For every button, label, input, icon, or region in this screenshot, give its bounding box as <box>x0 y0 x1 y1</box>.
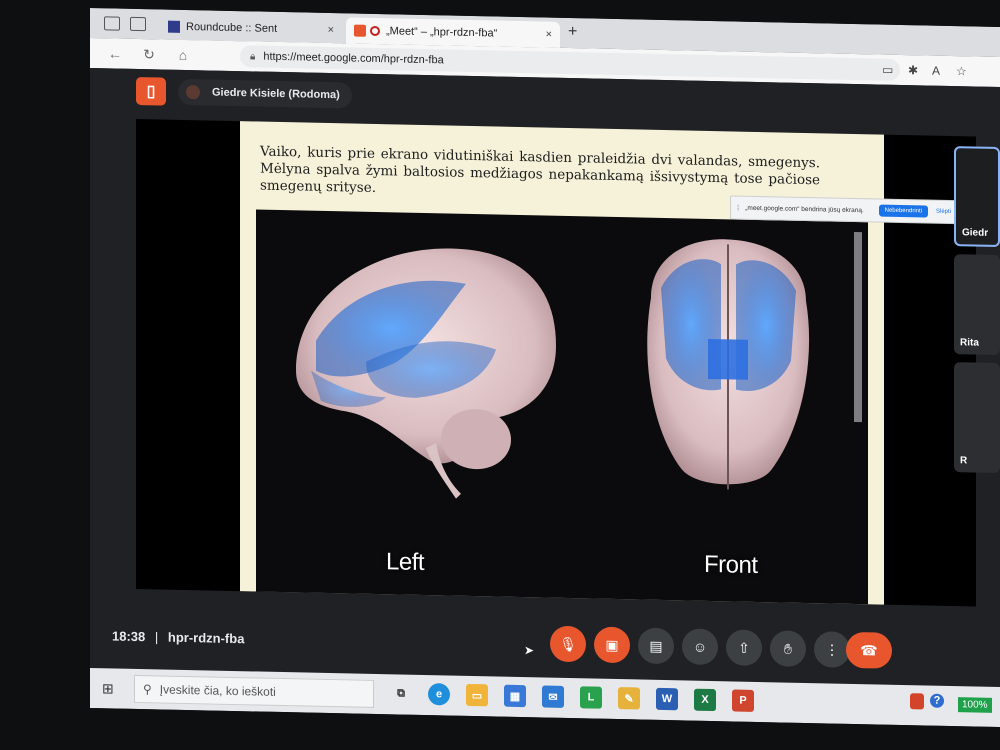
front-view-label: Front <box>704 550 758 579</box>
meeting-info: 18:38 | hpr-rdzn-fba <box>112 628 244 646</box>
camera-off-icon: ▣ <box>605 636 619 653</box>
more-options-button[interactable]: ⋮ <box>814 631 850 668</box>
camera-indicator-icon[interactable]: ▭ <box>882 63 893 77</box>
home-icon[interactable]: ⌂ <box>174 47 192 63</box>
help-icon[interactable]: ? <box>930 693 944 708</box>
captions-button[interactable]: ▤ <box>638 627 674 665</box>
excel-icon[interactable]: X <box>694 688 716 712</box>
close-tab-icon[interactable]: × <box>546 29 552 41</box>
roundcube-favicon-icon <box>168 20 180 33</box>
meet-app: ▯ Giedre Kisiele (Rodoma) Vaiko, kuris p… <box>90 68 1000 728</box>
search-icon: ⚲ <box>143 682 152 697</box>
participant-tile[interactable]: Rita <box>954 254 1000 356</box>
powerpoint-icon[interactable]: P <box>732 689 754 712</box>
screen-share-notice: ⁞ „meet.google.com“ bendrina jūsų ekraną… <box>730 195 958 225</box>
edge-browser-icon[interactable]: e <box>428 683 450 706</box>
participant-tile[interactable]: Giedr <box>954 146 1000 248</box>
url-text: https://meet.google.com/hpr-rdzn-fba <box>263 50 444 67</box>
participant-name: Rita <box>960 337 979 349</box>
mouse-cursor-icon: ➤ <box>524 643 535 658</box>
participant-name: R <box>960 455 968 467</box>
taskbar-search[interactable]: ⚲ Įveskite čia, ko ieškoti <box>134 674 374 708</box>
exit-presentation-button[interactable]: ▯ <box>136 76 166 106</box>
tab-label: Roundcube :: Sent <box>186 21 278 35</box>
messenger-app-icon[interactable]: ✎ <box>618 687 640 710</box>
camera-toggle-button[interactable]: ▣ <box>594 626 630 664</box>
hang-up-icon: ☎︎ <box>860 641 878 659</box>
share-notice-text: „meet.google.com“ bendrina jūsų ekraną. <box>745 204 864 214</box>
vertical-caption-strip <box>854 232 862 423</box>
close-tab-icon[interactable]: × <box>328 24 334 36</box>
brain-front-view <box>647 239 810 490</box>
present-screen-icon: ⇧ <box>738 639 750 656</box>
mic-toggle-button[interactable]: 🎙︎ <box>550 625 586 663</box>
hand-icon: ✋︎ <box>784 640 792 657</box>
stop-sharing-button[interactable]: Nebebendrinti <box>878 204 928 218</box>
hide-notice-link[interactable]: Slėpti <box>936 209 951 215</box>
word-icon[interactable]: W <box>656 687 678 711</box>
extension-icon[interactable]: ✱ <box>908 63 918 77</box>
more-vert-icon: ⋮ <box>825 640 839 658</box>
task-view-icon[interactable]: ⧉ <box>390 682 412 704</box>
info-separator: | <box>154 629 159 645</box>
participant-tile[interactable]: R <box>954 362 1000 474</box>
tab-label: „Meet“ – „hpr-rdzn-fba“ <box>386 25 498 40</box>
read-aloud-icon[interactable]: A <box>932 64 940 78</box>
avatar <box>186 85 200 100</box>
file-explorer-icon[interactable]: ▭ <box>466 683 488 707</box>
emoji-icon: ☺ <box>692 638 708 655</box>
search-placeholder: Įveskite čia, ko ieškoti <box>159 682 276 699</box>
brain-left-view <box>296 248 556 499</box>
participant-name: Giedr <box>962 227 989 239</box>
reactions-button[interactable]: ☺ <box>682 628 718 666</box>
presentation-stage: Vaiko, kuris prie ekrano vidutiniškai ka… <box>136 118 976 607</box>
l-app-icon[interactable]: L <box>580 686 602 709</box>
refresh-icon[interactable]: ↻ <box>140 46 158 63</box>
meeting-code: hpr-rdzn-fba <box>167 629 245 647</box>
captions-icon: ▤ <box>649 637 663 654</box>
new-tab-button[interactable]: + <box>568 23 577 41</box>
participant-tiles: Giedr Rita R <box>954 146 1000 607</box>
door-icon: ▯ <box>146 83 156 101</box>
favorite-star-icon[interactable]: ☆ <box>956 64 967 78</box>
shared-slide: Vaiko, kuris prie ekrano vidutiniškai ka… <box>240 121 884 605</box>
battery-indicator[interactable]: 100% <box>958 697 992 713</box>
brain-image: Left Front <box>256 209 868 605</box>
presenter-pill[interactable]: Giedre Kisiele (Rodoma) <box>178 78 352 109</box>
back-icon[interactable]: ← <box>106 45 124 61</box>
mail-icon[interactable]: ✉ <box>542 685 564 708</box>
clock-time: 18:38 <box>112 628 146 645</box>
meet-favicon-icon <box>354 24 366 37</box>
tray-pdf-icon[interactable] <box>910 693 924 710</box>
lock-icon: 🔒︎ <box>250 50 256 62</box>
present-button[interactable]: ⇧ <box>726 629 762 667</box>
raise-hand-button[interactable]: ✋︎ <box>770 630 806 667</box>
leave-call-button[interactable]: ☎︎ <box>846 631 892 669</box>
screen: Roundcube :: Sent × „Meet“ – „hpr-rdzn-f… <box>90 8 1000 728</box>
mic-off-icon: 🎙︎ <box>559 635 577 652</box>
workspaces-icon[interactable] <box>104 16 120 31</box>
recording-icon <box>370 25 380 37</box>
tab-roundcube[interactable]: Roundcube :: Sent × <box>160 13 342 44</box>
presenter-name: Giedre Kisiele (Rodoma) <box>212 86 340 102</box>
brain-scan-illustration <box>296 239 810 499</box>
left-view-label: Left <box>386 548 425 576</box>
windows-start-icon[interactable]: ⊞ <box>102 680 114 697</box>
drag-handle-icon[interactable]: ⁞ <box>737 203 739 212</box>
store-icon[interactable]: ▦ <box>504 684 526 708</box>
tab-actions-icon[interactable] <box>130 16 146 32</box>
